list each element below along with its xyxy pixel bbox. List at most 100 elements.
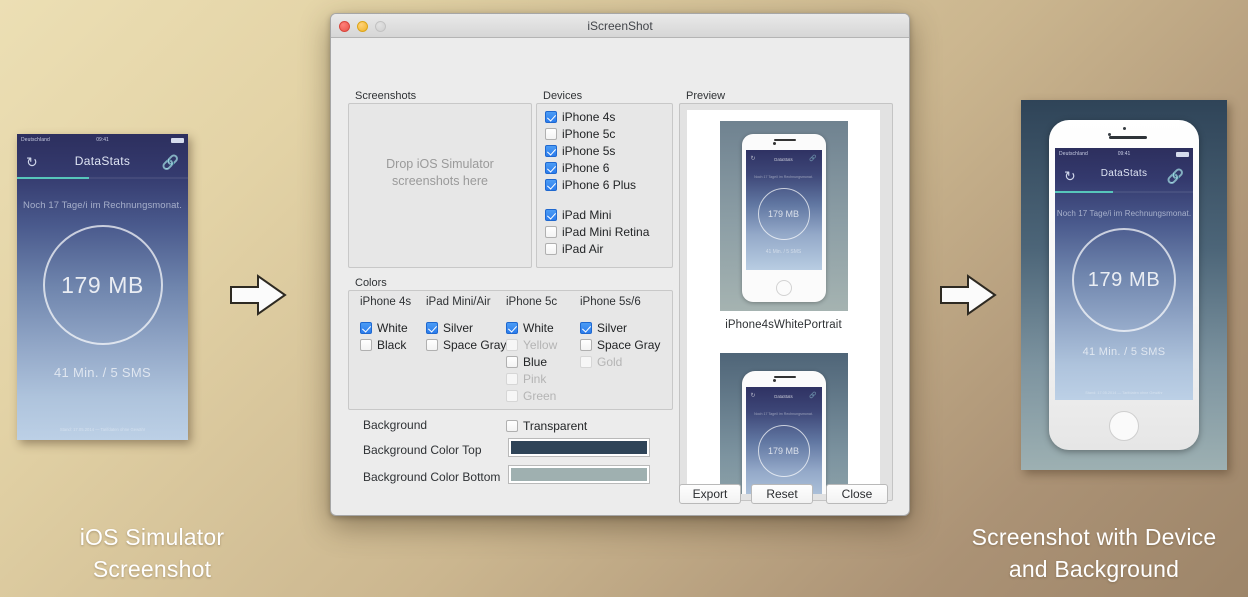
color-checkbox-5s6-space-gray[interactable]: Space Gray xyxy=(580,336,660,353)
minutes-sms-value: 41 Min. / 5 SMS xyxy=(765,249,802,255)
color-label: Space Gray xyxy=(597,337,661,352)
device-checkbox-iphone-6[interactable]: iPhone 6 xyxy=(545,159,671,176)
ios-status-bar: Deutschland 09:41 xyxy=(17,134,188,147)
device-checkbox-ipad-mini-retina[interactable]: iPad Mini Retina xyxy=(545,223,671,240)
checkbox-mark xyxy=(580,338,592,351)
color-checkbox-5c-white[interactable]: White xyxy=(506,319,557,336)
framed-device-screenshot: Deutschland 09:41 ↻ DataStats 🔗 Noch 17 … xyxy=(1021,100,1227,470)
caption-right-line1: Screenshot with Device xyxy=(971,524,1217,550)
ios-status-bar: Deutschland 09:41 xyxy=(1055,148,1193,161)
app-title: DataStats xyxy=(74,154,131,168)
checkbox-mark xyxy=(545,127,557,140)
device-checkbox-iphone-4s[interactable]: iPhone 4s xyxy=(545,108,671,125)
caption-right: Screenshot with Device and Background xyxy=(944,521,1244,585)
billing-subtitle: Noch 17 Tage/i im Rechnungsmonat. xyxy=(1056,209,1192,218)
preview-caption: iPhone4sWhitePortrait xyxy=(725,319,842,331)
status-carrier: Deutschland xyxy=(21,137,50,143)
transparent-checkbox[interactable]: Transparent xyxy=(506,417,587,434)
status-time: 09:41 xyxy=(96,137,109,143)
device-frame: Deutschland 09:41 ↻ DataStats 🔗 Noch 17 … xyxy=(1049,120,1199,450)
status-carrier: Deutschland xyxy=(1059,151,1088,157)
device-checkbox-iphone-6-plus[interactable]: iPhone 6 Plus xyxy=(545,176,671,193)
device-checkbox-ipad-mini[interactable]: iPad Mini xyxy=(545,206,671,223)
ios-nav-bar: ↻ DataStats 🔗 xyxy=(17,147,188,177)
device-label: iPad Mini xyxy=(562,207,612,222)
transparent-label: Transparent xyxy=(523,418,588,433)
link-icon: 🔗 xyxy=(809,156,817,162)
checkbox-mark xyxy=(545,161,557,174)
background-color-bottom-swatch[interactable] xyxy=(508,465,650,484)
checkbox-mark xyxy=(506,321,518,334)
devices-group-label: Devices xyxy=(543,90,583,102)
drop-zone-hint: Drop iOS Simulator screenshots here xyxy=(348,156,532,190)
color-label: Black xyxy=(377,337,407,352)
color-label: Space Gray xyxy=(443,337,507,352)
device-label: iPhone 5c xyxy=(562,126,616,141)
data-usage-value: 179 MB xyxy=(1087,268,1161,291)
checkbox-mark xyxy=(426,338,438,351)
app-title: DataStats xyxy=(774,157,793,162)
checkbox-mark xyxy=(506,419,518,432)
minutes-sms-value: 41 Min. / 5 SMS xyxy=(1082,346,1166,358)
devices-list: iPhone 4s iPhone 5c iPhone 5s iPhone 6 i… xyxy=(545,108,671,257)
camera-icon xyxy=(772,379,776,382)
preview-scroll-area[interactable]: ↻ DataStats 🔗 Noch 17 Tage/i im Rechnung… xyxy=(687,110,880,494)
color-checkbox-ipad-silver[interactable]: Silver xyxy=(426,319,506,336)
refresh-icon[interactable]: ↻ xyxy=(26,154,38,171)
colors-column-iphone-4s: White Black xyxy=(360,319,408,353)
device-label: iPad Air xyxy=(562,241,604,256)
checkbox-mark xyxy=(506,355,518,368)
background-color-top-swatch[interactable] xyxy=(508,438,650,457)
preview-item[interactable]: ↻ DataStats 🔗 Noch 17 Tage/i im Rechnung… xyxy=(687,342,880,494)
close-button[interactable]: Close xyxy=(826,484,888,504)
checkbox-mark xyxy=(506,372,518,385)
color-checkbox-4s-white[interactable]: White xyxy=(360,319,408,336)
color-checkbox-5s6-gold: Gold xyxy=(580,353,660,370)
color-checkbox-4s-black[interactable]: Black xyxy=(360,336,408,353)
arrow-right-icon xyxy=(228,272,288,318)
home-button-icon xyxy=(1109,411,1139,441)
camera-icon xyxy=(772,142,776,145)
device-label: iPhone 6 xyxy=(562,160,610,175)
color-checkbox-ipad-space-gray[interactable]: Space Gray xyxy=(426,336,506,353)
colors-column-iphone-5c: White Yellow Blue Pink Green xyxy=(506,319,557,404)
checkbox-mark xyxy=(545,110,557,123)
color-label: White xyxy=(523,320,554,335)
checkbox-mark xyxy=(360,321,372,334)
device-checkbox-iphone-5s[interactable]: iPhone 5s xyxy=(545,142,671,159)
speaker-icon xyxy=(773,139,796,141)
checkbox-mark xyxy=(360,338,372,351)
arrow-right-icon xyxy=(938,272,998,318)
reset-button[interactable]: Reset xyxy=(751,484,813,504)
color-label: White xyxy=(377,320,408,335)
link-icon[interactable]: 🔗 xyxy=(162,154,179,171)
export-button[interactable]: Export xyxy=(679,484,741,504)
ios-simulator-screenshot: Deutschland 09:41 ↻ DataStats 🔗 Noch 17 … xyxy=(17,134,188,440)
checkbox-mark xyxy=(545,208,557,221)
checkbox-mark xyxy=(545,178,557,191)
device-screen: Deutschland 09:41 ↻ DataStats 🔗 Noch 17 … xyxy=(1055,148,1193,400)
color-checkbox-5s6-silver[interactable]: Silver xyxy=(580,319,660,336)
background-label: Background xyxy=(363,418,428,432)
home-button-icon xyxy=(775,280,792,296)
color-label: Blue xyxy=(523,354,548,369)
device-label: iPhone 4s xyxy=(562,109,616,124)
sensor-icon xyxy=(1123,127,1126,130)
preview-item[interactable]: ↻ DataStats 🔗 Noch 17 Tage/i im Rechnung… xyxy=(687,110,880,342)
color-checkbox-5c-yellow: Yellow xyxy=(506,336,557,353)
progress-bar xyxy=(17,177,188,179)
color-label: Yellow xyxy=(523,337,558,352)
device-label: iPhone 6 Plus xyxy=(562,177,637,192)
colors-column-header-iphone-5c: iPhone 5c xyxy=(506,296,558,308)
window-titlebar[interactable]: iScreenShot xyxy=(331,14,909,38)
link-icon: 🔗 xyxy=(809,393,817,399)
data-usage-ring: 179 MB xyxy=(42,225,163,345)
device-checkbox-iphone-5c[interactable]: iPhone 5c xyxy=(545,125,671,142)
color-checkbox-5c-blue[interactable]: Blue xyxy=(506,353,557,370)
checkbox-mark xyxy=(506,338,518,351)
caption-left-line1: iOS Simulator xyxy=(79,524,225,550)
refresh-icon: ↻ xyxy=(750,393,756,399)
device-checkbox-ipad-air[interactable]: iPad Air xyxy=(545,240,671,257)
checkbox-mark xyxy=(426,321,438,334)
data-usage-value: 179 MB xyxy=(61,271,144,298)
